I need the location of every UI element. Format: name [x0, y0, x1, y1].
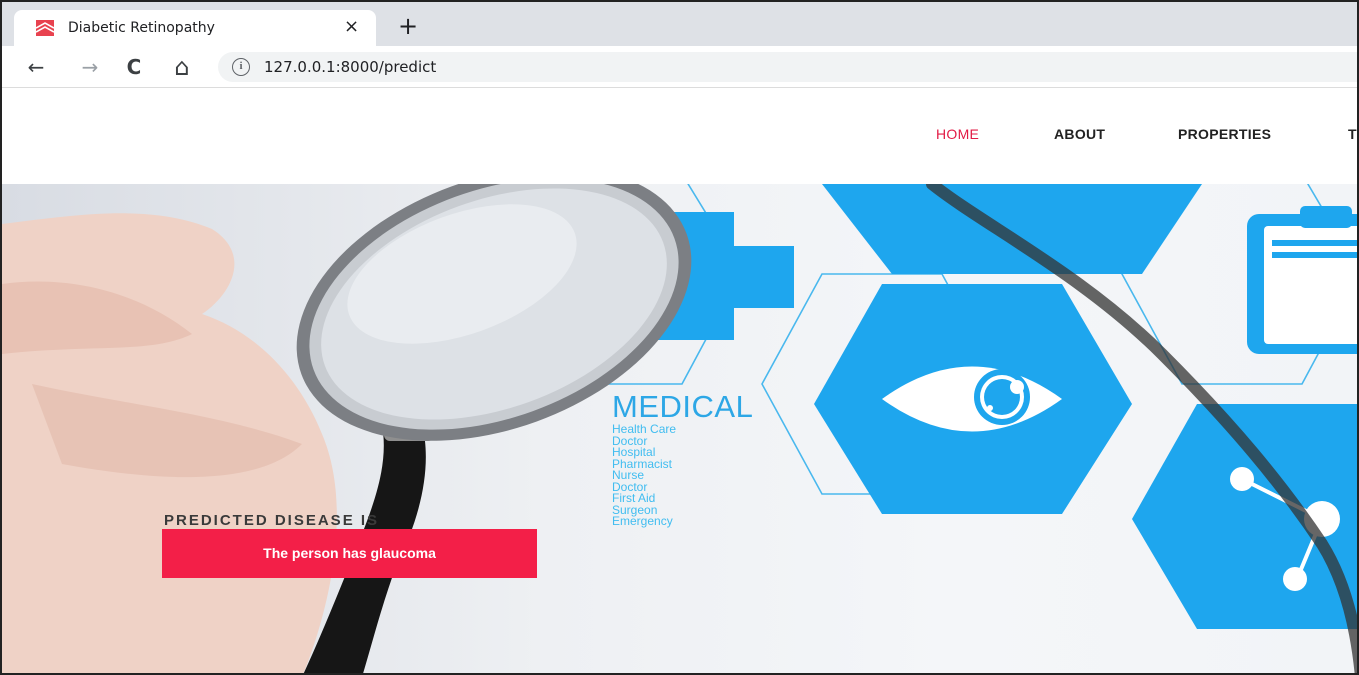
forward-arrow-icon[interactable]: →: [78, 55, 102, 79]
medical-keyword-list: Health Care Doctor Hospital Pharmacist N…: [612, 423, 753, 528]
site-info-icon[interactable]: i: [232, 58, 250, 76]
back-arrow-icon[interactable]: ←: [24, 55, 48, 79]
url-text: 127.0.0.1:8000/predict: [264, 58, 437, 76]
nav-item-cut-off[interactable]: T: [1348, 126, 1357, 142]
home-icon[interactable]: ⌂: [170, 55, 194, 79]
reload-icon[interactable]: C: [122, 55, 146, 79]
nav-about[interactable]: ABOUT: [1054, 126, 1105, 142]
tab-strip: Diabetic Retinopathy × +: [2, 2, 1357, 46]
nav-home[interactable]: HOME: [936, 126, 979, 142]
new-tab-icon[interactable]: +: [398, 14, 418, 38]
list-item: Emergency: [612, 514, 673, 528]
medical-logo-block: MEDICAL Health Care Doctor Hospital Phar…: [612, 389, 754, 528]
site-header: HOME ABOUT PROPERTIES T: [2, 88, 1357, 184]
address-bar[interactable]: i 127.0.0.1:8000/predict: [218, 52, 1357, 82]
nav-properties[interactable]: PROPERTIES: [1178, 126, 1271, 142]
site-favicon-icon: [36, 20, 54, 36]
hero-banner: MEDICAL Health Care Doctor Hospital Phar…: [2, 184, 1357, 673]
browser-window: Diabetic Retinopathy × + ← → C ⌂ i 127.0…: [0, 0, 1359, 675]
browser-toolbar: ← → C ⌂ i 127.0.0.1:8000/predict: [2, 46, 1357, 88]
prediction-result-box: The person has glaucoma: [162, 529, 537, 578]
tab-title: Diabetic Retinopathy: [68, 20, 215, 36]
predicted-disease-label: PREDICTED DISEASE IS: [164, 512, 380, 529]
browser-tab[interactable]: Diabetic Retinopathy ×: [14, 10, 376, 46]
medical-title: MEDICAL: [612, 389, 754, 424]
close-tab-icon[interactable]: ×: [344, 17, 359, 37]
